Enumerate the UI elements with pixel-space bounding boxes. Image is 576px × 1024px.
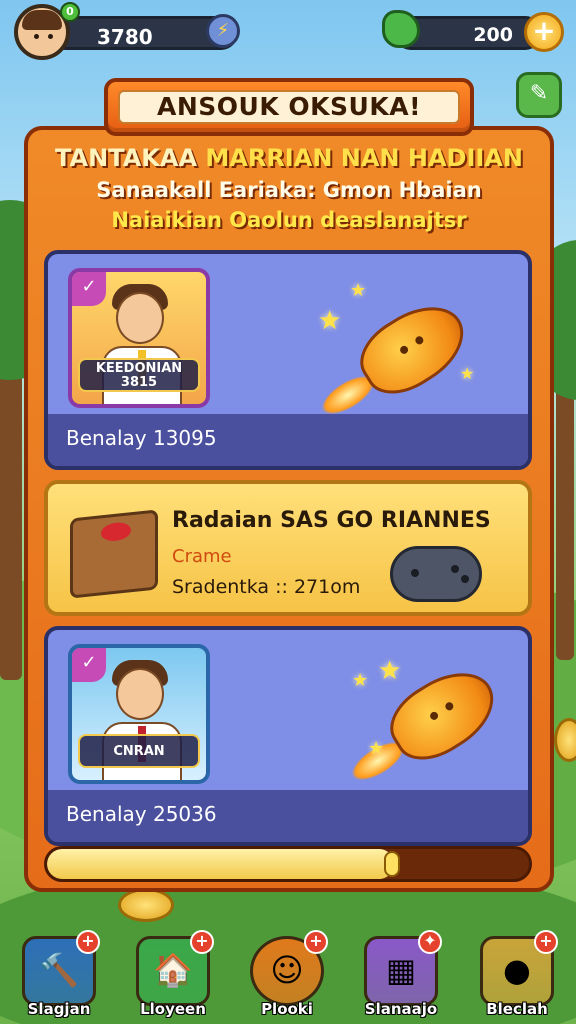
reward-card-2[interactable]: ✓ CNRAN ★ ★ ★ Benalay 25036	[44, 626, 532, 846]
portrait-label: CNRAN	[78, 734, 200, 768]
controller-icon	[390, 546, 482, 602]
offer-title: Radaian SAS GO RIANNES	[172, 508, 491, 533]
star-icon: ★	[352, 670, 369, 691]
player-hud: 3780 0 ⚡	[14, 2, 240, 60]
header-line-3: Naiaikian Oaolun deaslanajtsr	[111, 208, 467, 232]
offer-detail: Sradentka :: 271om	[172, 576, 361, 598]
progress-knob[interactable]	[384, 851, 401, 877]
panel-header: TANTAKAA MARRIAN NAN HADIIAN Sanaakall E…	[38, 140, 540, 244]
star-icon: ★	[460, 364, 475, 383]
add-currency-button[interactable]: +	[524, 12, 564, 52]
coin-icon	[554, 718, 576, 762]
nav-item-lloyeen[interactable]: 🏠 + Lloyeen	[128, 928, 218, 1024]
nav-item-slanaajo[interactable]: ▦ ✦ Slanaajo	[356, 928, 446, 1024]
gems-value: 200	[473, 24, 513, 46]
card-footer: Benalay 13095	[48, 414, 528, 466]
bottom-nav: 🔨 + Slagjan 🏠 + Lloyeen ☺ + Plooki ▦ ✦ S…	[0, 928, 576, 1024]
gem-icon	[382, 10, 420, 48]
progress-fill	[47, 849, 395, 879]
coin-icon	[118, 888, 174, 922]
plus-icon: +	[76, 930, 100, 954]
check-icon: ✓	[72, 272, 106, 306]
nav-label: Plooki	[261, 1000, 313, 1018]
nav-label: Lloyeen	[140, 1000, 206, 1018]
portrait-label: KEEDONIAN 3815	[78, 358, 200, 392]
offer-card[interactable]: Radaian SAS GO RIANNES Crame Sradentka :…	[44, 480, 532, 616]
star-icon: ★	[378, 656, 402, 686]
page-title: ANSOUK OKSUKA!	[157, 92, 421, 121]
star-icon: ★	[368, 738, 385, 759]
nav-item-slagjan[interactable]: 🔨 + Slagjan	[14, 928, 104, 1024]
nav-label: Slagjan	[27, 1000, 91, 1018]
check-icon: ✓	[72, 648, 106, 682]
progress-bar	[44, 846, 532, 882]
plus-icon: +	[304, 930, 328, 954]
card-value: Benalay 25036	[66, 802, 217, 826]
header-line-2: Sanaakall Eariaka: Gmon Hbaian	[96, 178, 482, 202]
character-portrait: ✓ KEEDONIAN 3815	[68, 268, 210, 408]
reward-card-1[interactable]: ✓ KEEDONIAN 3815 ★ ★ ★ Benalay 13095	[44, 250, 532, 470]
nav-item-plooki[interactable]: ☺ + Plooki	[242, 928, 332, 1024]
plus-icon: +	[190, 930, 214, 954]
currency-value: 3780	[97, 25, 153, 49]
star-icon: ★	[318, 306, 342, 336]
basket-icon	[70, 509, 158, 599]
nav-label: Slanaajo	[364, 1000, 438, 1018]
plus-icon: ✦	[418, 930, 442, 954]
card-footer: Benalay 25036	[48, 790, 528, 842]
nav-label: Bleclah	[486, 1000, 548, 1018]
star-icon: ★	[350, 280, 367, 301]
gems-hud: 200 +	[382, 6, 564, 58]
header-line-1: TANTAKAA MARRIAN NAN HADIIAN	[55, 144, 523, 172]
level-badge: 0	[60, 2, 80, 22]
offer-subtitle: Crame	[172, 546, 232, 567]
title-banner: ANSOUK OKSUKA!	[104, 78, 474, 136]
card-value: Benalay 13095	[66, 426, 217, 450]
energy-icon[interactable]: ⚡	[206, 14, 240, 48]
quest-button[interactable]: ✎	[516, 72, 562, 118]
plus-icon: +	[534, 930, 558, 954]
nav-item-bleclah[interactable]: ● + Bleclah	[472, 928, 562, 1024]
character-portrait: ✓ CNRAN	[68, 644, 210, 784]
